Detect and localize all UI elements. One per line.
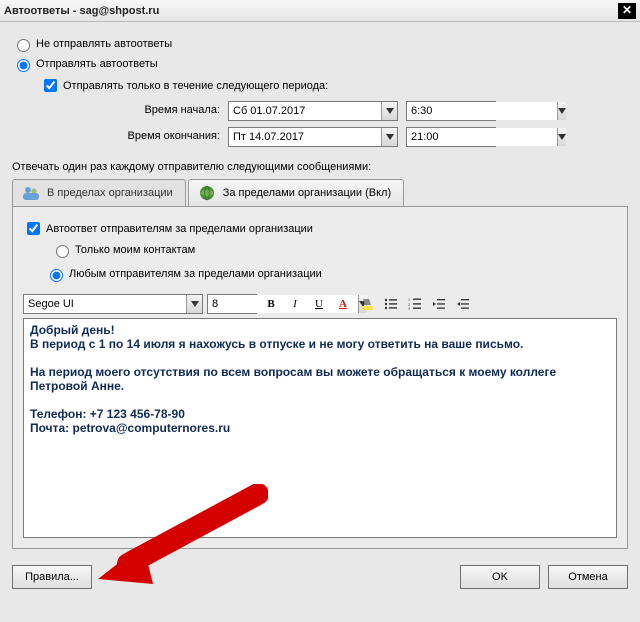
radio-any-sender-input[interactable] xyxy=(50,269,63,282)
end-time-input[interactable] xyxy=(407,128,557,146)
chevron-down-icon[interactable] xyxy=(557,102,566,120)
outdent-icon[interactable] xyxy=(429,294,449,314)
tabs: В пределах организации За пределами орга… xyxy=(12,179,628,207)
outside-enable-checkbox[interactable] xyxy=(27,222,40,235)
radio-only-contacts-label: Только моим контактам xyxy=(75,244,195,256)
window-title: Автоответы - sag@shpost.ru xyxy=(4,5,618,17)
tab-inside-label: В пределах организации xyxy=(47,187,173,199)
start-time-input[interactable] xyxy=(407,102,557,120)
tab-outside-org[interactable]: За пределами организации (Вкл) xyxy=(188,179,404,206)
chevron-down-icon[interactable] xyxy=(557,128,566,146)
indent-icon[interactable] xyxy=(453,294,473,314)
radio-any-sender-label: Любым отправителям за пределами организа… xyxy=(69,268,322,280)
chevron-down-icon[interactable] xyxy=(381,102,397,120)
dialog-buttons: Правила... OK Отмена xyxy=(0,555,640,593)
close-icon[interactable]: ✕ xyxy=(618,3,636,19)
end-date-input[interactable] xyxy=(229,128,381,146)
start-label: Время начала: xyxy=(90,101,220,121)
start-date-input[interactable] xyxy=(229,102,381,120)
cancel-button[interactable]: Отмена xyxy=(548,565,628,589)
chevron-down-icon[interactable] xyxy=(381,128,397,146)
highlight-icon[interactable] xyxy=(357,294,377,314)
chevron-down-icon[interactable] xyxy=(186,295,202,313)
radio-only-contacts-input[interactable] xyxy=(56,245,69,258)
period-checkbox-row[interactable]: Отправлять только в течение следующего п… xyxy=(40,76,628,95)
outside-enable-row[interactable]: Автоответ отправителям за пределами орга… xyxy=(23,219,617,238)
italic-icon[interactable]: I xyxy=(285,294,305,314)
reply-section-label: Отвечать один раз каждому отправителю сл… xyxy=(12,161,628,173)
radio-any-sender[interactable]: Любым отправителям за пределами организа… xyxy=(45,266,322,282)
radio-do-not-send-label: Не отправлять автоответы xyxy=(36,38,172,50)
bullets-icon[interactable] xyxy=(381,294,401,314)
tab-inside-org[interactable]: В пределах организации xyxy=(12,179,186,206)
period-checkbox[interactable] xyxy=(44,79,57,92)
font-name-input[interactable] xyxy=(24,295,186,313)
font-color-icon[interactable]: A xyxy=(333,294,353,314)
outside-enable-label: Автоответ отправителям за пределами орга… xyxy=(46,223,313,235)
rules-button[interactable]: Правила... xyxy=(12,565,92,589)
radio-only-contacts[interactable]: Только моим контактам xyxy=(51,242,617,258)
radio-send-input[interactable] xyxy=(17,59,30,72)
tab-outside-label: За пределами организации (Вкл) xyxy=(223,187,391,199)
font-name-combo[interactable] xyxy=(23,294,203,314)
tab-panel-outside: Автоответ отправителям за пределами орга… xyxy=(12,207,628,549)
title-bar: Автоответы - sag@shpost.ru ✕ xyxy=(0,0,640,22)
end-time-combo[interactable] xyxy=(406,127,496,147)
end-label: Время окончания: xyxy=(90,127,220,147)
svg-text:3: 3 xyxy=(408,306,410,311)
radio-send[interactable]: Отправлять автоответы xyxy=(12,56,628,72)
period-checkbox-label: Отправлять только в течение следующего п… xyxy=(63,80,328,92)
end-date-combo[interactable] xyxy=(228,127,398,147)
radio-send-label: Отправлять автоответы xyxy=(36,58,158,70)
radio-do-not-send[interactable]: Не отправлять автоответы xyxy=(12,36,628,52)
start-time-combo[interactable] xyxy=(406,101,496,121)
underline-icon[interactable]: U xyxy=(309,294,329,314)
message-editor[interactable]: Добрый день! В период с 1 по 14 июля я н… xyxy=(23,318,617,538)
ok-button[interactable]: OK xyxy=(460,565,540,589)
people-icon xyxy=(21,184,41,202)
start-date-combo[interactable] xyxy=(228,101,398,121)
bold-icon[interactable]: B xyxy=(261,294,281,314)
radio-do-not-send-input[interactable] xyxy=(17,39,30,52)
font-size-combo[interactable] xyxy=(207,294,257,314)
numbered-list-icon[interactable]: 123 xyxy=(405,294,425,314)
format-toolbar: B I U A 123 xyxy=(23,294,617,314)
globe-icon xyxy=(197,184,217,202)
